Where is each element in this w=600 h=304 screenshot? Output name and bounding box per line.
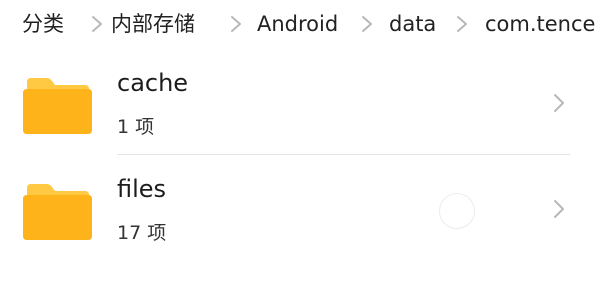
folder-icon <box>23 184 92 240</box>
list-item-cache[interactable]: cache 1 项 <box>0 50 600 154</box>
chevron-right-icon <box>455 14 469 34</box>
chevron-right-icon <box>551 91 567 115</box>
file-name: cache <box>117 69 189 97</box>
chevron-right-icon <box>360 14 374 34</box>
breadcrumb-item-internal-storage[interactable]: 内部存储 <box>111 9 195 39</box>
file-manager-screen: 分类 内部存储 Android data com.tence cache 1 项 <box>0 0 600 304</box>
folder-icon <box>23 78 92 134</box>
chevron-right-icon <box>90 14 104 34</box>
item-count: 17 项 <box>117 222 167 244</box>
file-name: files <box>117 175 167 203</box>
breadcrumb-item-android[interactable]: Android <box>257 9 338 39</box>
item-count: 1 项 <box>117 116 155 138</box>
breadcrumb: 分类 内部存储 Android data com.tence <box>0 0 600 50</box>
breadcrumb-item-current[interactable]: com.tence <box>485 9 595 39</box>
breadcrumb-item-data[interactable]: data <box>389 9 436 39</box>
row-divider <box>117 154 570 155</box>
touch-indicator <box>439 193 475 229</box>
chevron-right-icon <box>551 197 567 221</box>
list-item-files[interactable]: files 17 项 <box>0 156 600 260</box>
chevron-right-icon <box>229 14 243 34</box>
breadcrumb-item-category[interactable]: 分类 <box>22 9 64 39</box>
